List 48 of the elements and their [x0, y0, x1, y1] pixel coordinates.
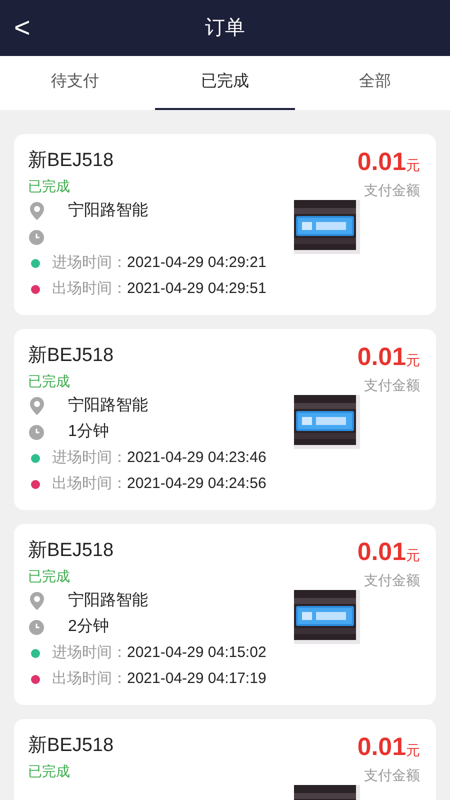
location-pin-icon	[30, 397, 44, 415]
exit-time: 2021-04-29 04:24:56	[127, 474, 266, 492]
entry-time: 2021-04-29 04:23:46	[127, 448, 266, 466]
parking-duration: 1分钟	[68, 422, 109, 442]
entry-time: 2021-04-29 04:15:02	[127, 644, 266, 661]
order-card[interactable]: 新BEJ518 已完成 0.01元 支付金额	[14, 719, 436, 800]
plate-number: 新BEJ518	[28, 539, 114, 563]
amount-label: 支付金额	[364, 766, 420, 785]
page-title: 订单	[205, 16, 245, 41]
location-pin-icon	[30, 202, 44, 220]
exit-time: 2021-04-29 04:17:19	[127, 670, 266, 687]
order-status: 已完成	[28, 372, 71, 391]
parking-duration: 2分钟	[68, 617, 109, 637]
back-button[interactable]: <	[14, 14, 30, 42]
clock-icon	[29, 424, 44, 440]
amount-label: 支付金额	[364, 181, 420, 200]
parking-location: 宁阳路智能	[68, 590, 148, 611]
payment-amount: 0.01元	[357, 733, 420, 763]
entry-label: 进场时间：	[52, 448, 127, 466]
plate-number: 新BEJ518	[28, 734, 114, 758]
location-pin-icon	[30, 592, 44, 610]
exit-label: 出场时间：	[52, 474, 127, 492]
entry-label: 进场时间：	[52, 644, 127, 661]
parking-location: 宁阳路智能	[68, 200, 148, 221]
amount-label: 支付金额	[364, 571, 420, 590]
plate-number: 新BEJ518	[28, 149, 114, 173]
tab[interactable]: 全部	[305, 56, 445, 110]
clock-icon	[29, 620, 44, 634]
order-status: 已完成	[28, 177, 71, 196]
tab[interactable]: 待支付	[5, 56, 145, 110]
order-card[interactable]: 新BEJ518 已完成 0.01元 支付金额 宁阳路智能 1分钟 进场时间：2021-04-29 04:23:46 出场时间：2021-04-29 04:24:56	[14, 329, 436, 510]
plate-number: 新BEJ518	[28, 344, 114, 368]
entry-label: 进场时间：	[52, 254, 127, 271]
entry-time: 2021-04-29 04:29:21	[127, 254, 266, 271]
amount-label: 支付金额	[364, 376, 420, 395]
clock-icon	[29, 230, 44, 244]
exit-label: 出场时间：	[52, 670, 127, 687]
order-card[interactable]: 新BEJ518 已完成 0.01元 支付金额 宁阳路智能 进场时间：2021-04-29 04:29:21 出场时间：2021-04-29 04:29:51	[14, 134, 436, 315]
order-card[interactable]: 新BEJ518 已完成 0.01元 支付金额 宁阳路智能 2分钟 进场时间：2021-04-29 04:15:02 出场时间：2021-04-29 04:17:19	[14, 524, 436, 705]
parking-location: 宁阳路智能	[68, 396, 148, 416]
order-status: 已完成	[28, 567, 71, 586]
payment-amount: 0.01元	[357, 343, 420, 373]
tab[interactable]: 已完成	[155, 56, 295, 110]
payment-amount: 0.01元	[357, 148, 420, 178]
payment-amount: 0.01元	[357, 538, 420, 568]
exit-time: 2021-04-29 04:29:51	[127, 280, 266, 297]
exit-label: 出场时间：	[52, 280, 127, 297]
order-status: 已完成	[28, 762, 71, 781]
